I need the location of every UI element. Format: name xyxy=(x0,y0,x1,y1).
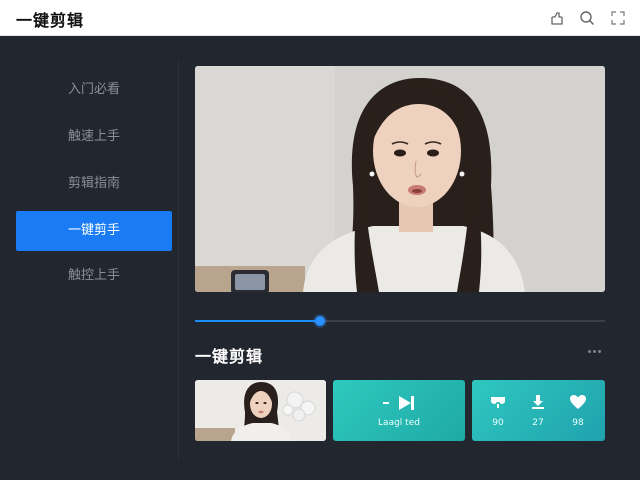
play-forward-icon xyxy=(383,396,414,410)
expand-icon[interactable] xyxy=(609,9,627,27)
stat-value-2: 27 xyxy=(532,418,544,428)
sidebar-item-2[interactable]: 触速上手 xyxy=(16,117,172,157)
sidebar-item-4-active[interactable]: 一键剪手 xyxy=(16,211,172,251)
section-title: 一键剪辑 xyxy=(195,347,264,366)
auto-edit-action-card[interactable]: Laagl ted xyxy=(333,380,465,441)
heart-icon[interactable] xyxy=(569,394,587,410)
progress-handle[interactable] xyxy=(315,316,326,326)
sidebar: 入门必看 触速上手 剪辑指南 一键剪手 触控上手 xyxy=(0,37,178,480)
sidebar-divider xyxy=(178,60,179,460)
sidebar-item-3[interactable]: 剪辑指南 xyxy=(16,164,172,204)
sidebar-item-5[interactable]: 触控上手 xyxy=(16,256,172,296)
progress-fill xyxy=(195,320,321,322)
download-icon[interactable] xyxy=(529,394,547,410)
more-options-icon[interactable] xyxy=(588,350,606,356)
action-card-label: Laagl ted xyxy=(378,418,420,428)
share-icon[interactable] xyxy=(548,9,566,27)
clip-thumbnail-card[interactable] xyxy=(195,380,326,441)
sidebar-item-1[interactable]: 入门必看 xyxy=(16,70,172,110)
clip-thumbnail-image xyxy=(195,380,326,441)
stats-card: 90 27 98 xyxy=(472,380,605,441)
video-progress-bar[interactable] xyxy=(195,316,605,326)
stat-value-1: 90 xyxy=(492,418,504,428)
video-frame-image xyxy=(195,66,605,292)
mask-icon[interactable] xyxy=(489,394,507,410)
stat-value-3: 98 xyxy=(572,418,584,428)
search-icon[interactable] xyxy=(578,9,596,27)
video-preview[interactable] xyxy=(195,66,605,292)
top-bar: 一键剪辑 xyxy=(0,0,640,36)
app-title: 一键剪辑 xyxy=(16,11,85,30)
